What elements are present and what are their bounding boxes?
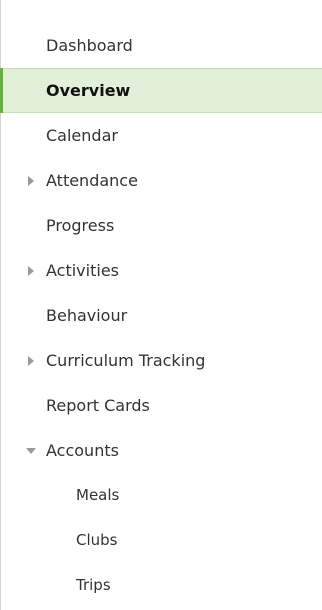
sidebar-item-label: Calendar xyxy=(46,126,118,145)
sidebar-item-label: Curriculum Tracking xyxy=(46,351,206,370)
sidebar-item-progress[interactable]: Progress xyxy=(1,203,322,248)
sidebar-item-label: Overview xyxy=(46,81,131,100)
sidebar-item-label: Dashboard xyxy=(46,36,133,55)
sidebar-item-calendar[interactable]: Calendar xyxy=(1,113,322,158)
sidebar-item-curriculum-tracking[interactable]: Curriculum Tracking xyxy=(1,338,322,383)
sidebar-item-label: Accounts xyxy=(46,441,119,460)
sidebar-subitem-clubs[interactable]: Clubs xyxy=(1,518,322,563)
sidebar-item-label: Report Cards xyxy=(46,396,150,415)
sidebar-item-behaviour[interactable]: Behaviour xyxy=(1,293,322,338)
sidebar-item-activities[interactable]: Activities xyxy=(1,248,322,293)
sidebar-subitem-trips[interactable]: Trips xyxy=(1,563,322,608)
sidebar-item-label: Behaviour xyxy=(46,306,128,325)
sidebar-subitem-meals[interactable]: Meals xyxy=(1,473,322,518)
sidebar-item-label: Trips xyxy=(76,576,111,594)
nav-list: Dashboard Overview Calendar Attendance P… xyxy=(0,0,322,608)
sidebar-item-label: Clubs xyxy=(76,531,118,549)
sidebar-item-accounts[interactable]: Accounts xyxy=(1,428,322,473)
caret-right-icon[interactable] xyxy=(25,248,37,293)
sidebar-nav: Dashboard Overview Calendar Attendance P… xyxy=(0,0,322,610)
sidebar-item-label: Activities xyxy=(46,261,119,280)
sidebar-item-label: Progress xyxy=(46,216,115,235)
caret-down-icon[interactable] xyxy=(25,428,37,473)
caret-right-icon[interactable] xyxy=(25,158,37,203)
sidebar-item-label: Meals xyxy=(76,486,120,504)
sidebar-item-label: Attendance xyxy=(46,171,138,190)
sidebar-item-report-cards[interactable]: Report Cards xyxy=(1,383,322,428)
caret-right-icon[interactable] xyxy=(25,338,37,383)
sidebar-item-overview[interactable]: Overview xyxy=(0,68,322,113)
sidebar-item-dashboard[interactable]: Dashboard xyxy=(1,23,322,68)
sidebar-item-attendance[interactable]: Attendance xyxy=(1,158,322,203)
